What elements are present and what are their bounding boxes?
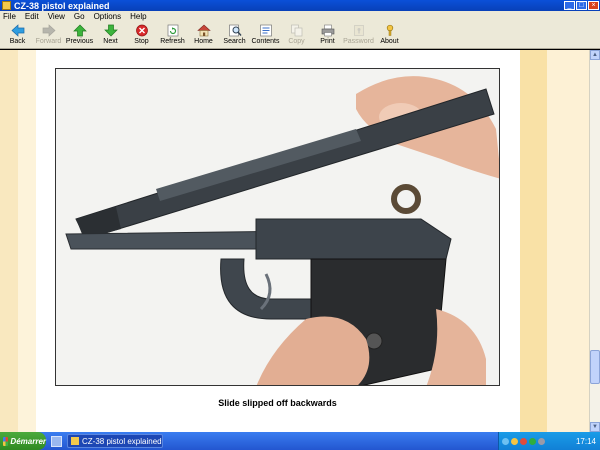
pistol-photo: [55, 68, 500, 386]
app-icon: [71, 437, 79, 445]
decor-stripe-left-inner: [18, 50, 36, 432]
taskbar: Démarrer CZ-38 pistol explained 17:14: [0, 432, 600, 450]
forward-arrow-icon: [42, 24, 56, 37]
system-tray: 17:14: [498, 432, 600, 450]
copy-icon: [290, 24, 302, 37]
menu-file[interactable]: File: [3, 12, 16, 21]
toolbar: Back Forward Previous Next Stop Refresh …: [0, 22, 600, 49]
decor-stripe-right-outer: [547, 50, 589, 432]
clock: 17:14: [575, 436, 596, 446]
tray-yellow-icon[interactable]: [511, 437, 518, 445]
window-title: CZ-38 pistol explained: [14, 0, 110, 11]
password-icon: [353, 25, 364, 36]
next-button[interactable]: Next: [95, 22, 126, 48]
minimize-button[interactable]: _: [564, 1, 575, 10]
content-area: Slide slipped off backwards ▲ ▼: [0, 50, 600, 432]
windows-logo-icon: [3, 436, 9, 446]
print-button[interactable]: Print: [312, 22, 343, 48]
about-icon: [386, 24, 393, 36]
tray-volume-icon[interactable]: [538, 437, 545, 445]
tray-green-icon[interactable]: [529, 437, 536, 445]
print-icon: [321, 24, 334, 37]
menu-edit[interactable]: Edit: [25, 12, 39, 21]
menu-bar: File Edit View Go Options Help: [0, 11, 600, 22]
up-arrow-icon: [72, 24, 87, 37]
refresh-icon: [167, 24, 178, 37]
start-button[interactable]: Démarrer: [0, 432, 46, 450]
maximize-button[interactable]: □: [576, 1, 587, 10]
home-button[interactable]: Home: [188, 22, 219, 48]
down-arrow-icon: [103, 24, 118, 37]
vertical-scrollbar[interactable]: ▲ ▼: [589, 50, 600, 432]
menu-help[interactable]: Help: [130, 12, 146, 21]
close-button[interactable]: ×: [588, 1, 599, 10]
tray-antivirus-icon[interactable]: [520, 437, 527, 445]
title-bar: CZ-38 pistol explained _ □ ×: [0, 0, 600, 11]
forward-button[interactable]: Forward: [33, 22, 64, 48]
menu-view[interactable]: View: [48, 12, 65, 21]
search-icon: [228, 24, 242, 37]
back-arrow-icon: [10, 24, 24, 37]
home-icon: [196, 24, 211, 37]
search-button[interactable]: Search: [219, 22, 250, 48]
decor-stripe-left: [0, 50, 18, 432]
menu-go[interactable]: Go: [74, 12, 85, 21]
previous-button[interactable]: Previous: [64, 22, 95, 48]
app-icon: [2, 1, 11, 10]
copy-button[interactable]: Copy: [281, 22, 312, 48]
password-button[interactable]: Password: [343, 22, 374, 48]
scroll-thumb[interactable]: [590, 350, 600, 384]
decor-stripe-right: [520, 50, 547, 432]
photo-caption: Slide slipped off backwards: [218, 398, 337, 408]
scroll-up-button[interactable]: ▲: [590, 50, 600, 60]
about-button[interactable]: About: [374, 22, 405, 48]
taskbar-window-button[interactable]: CZ-38 pistol explained: [67, 434, 163, 448]
stop-button[interactable]: Stop: [126, 22, 157, 48]
tray-network-icon[interactable]: [502, 437, 509, 445]
back-button[interactable]: Back: [2, 22, 33, 48]
refresh-button[interactable]: Refresh: [157, 22, 188, 48]
scroll-down-button[interactable]: ▼: [590, 422, 600, 432]
menu-options[interactable]: Options: [94, 12, 122, 21]
pistol-illustration: [56, 69, 499, 385]
stop-icon: [135, 24, 148, 37]
quick-launch-icon[interactable]: [51, 435, 62, 447]
contents-button[interactable]: Contents: [250, 22, 281, 48]
contents-icon: [259, 24, 272, 37]
